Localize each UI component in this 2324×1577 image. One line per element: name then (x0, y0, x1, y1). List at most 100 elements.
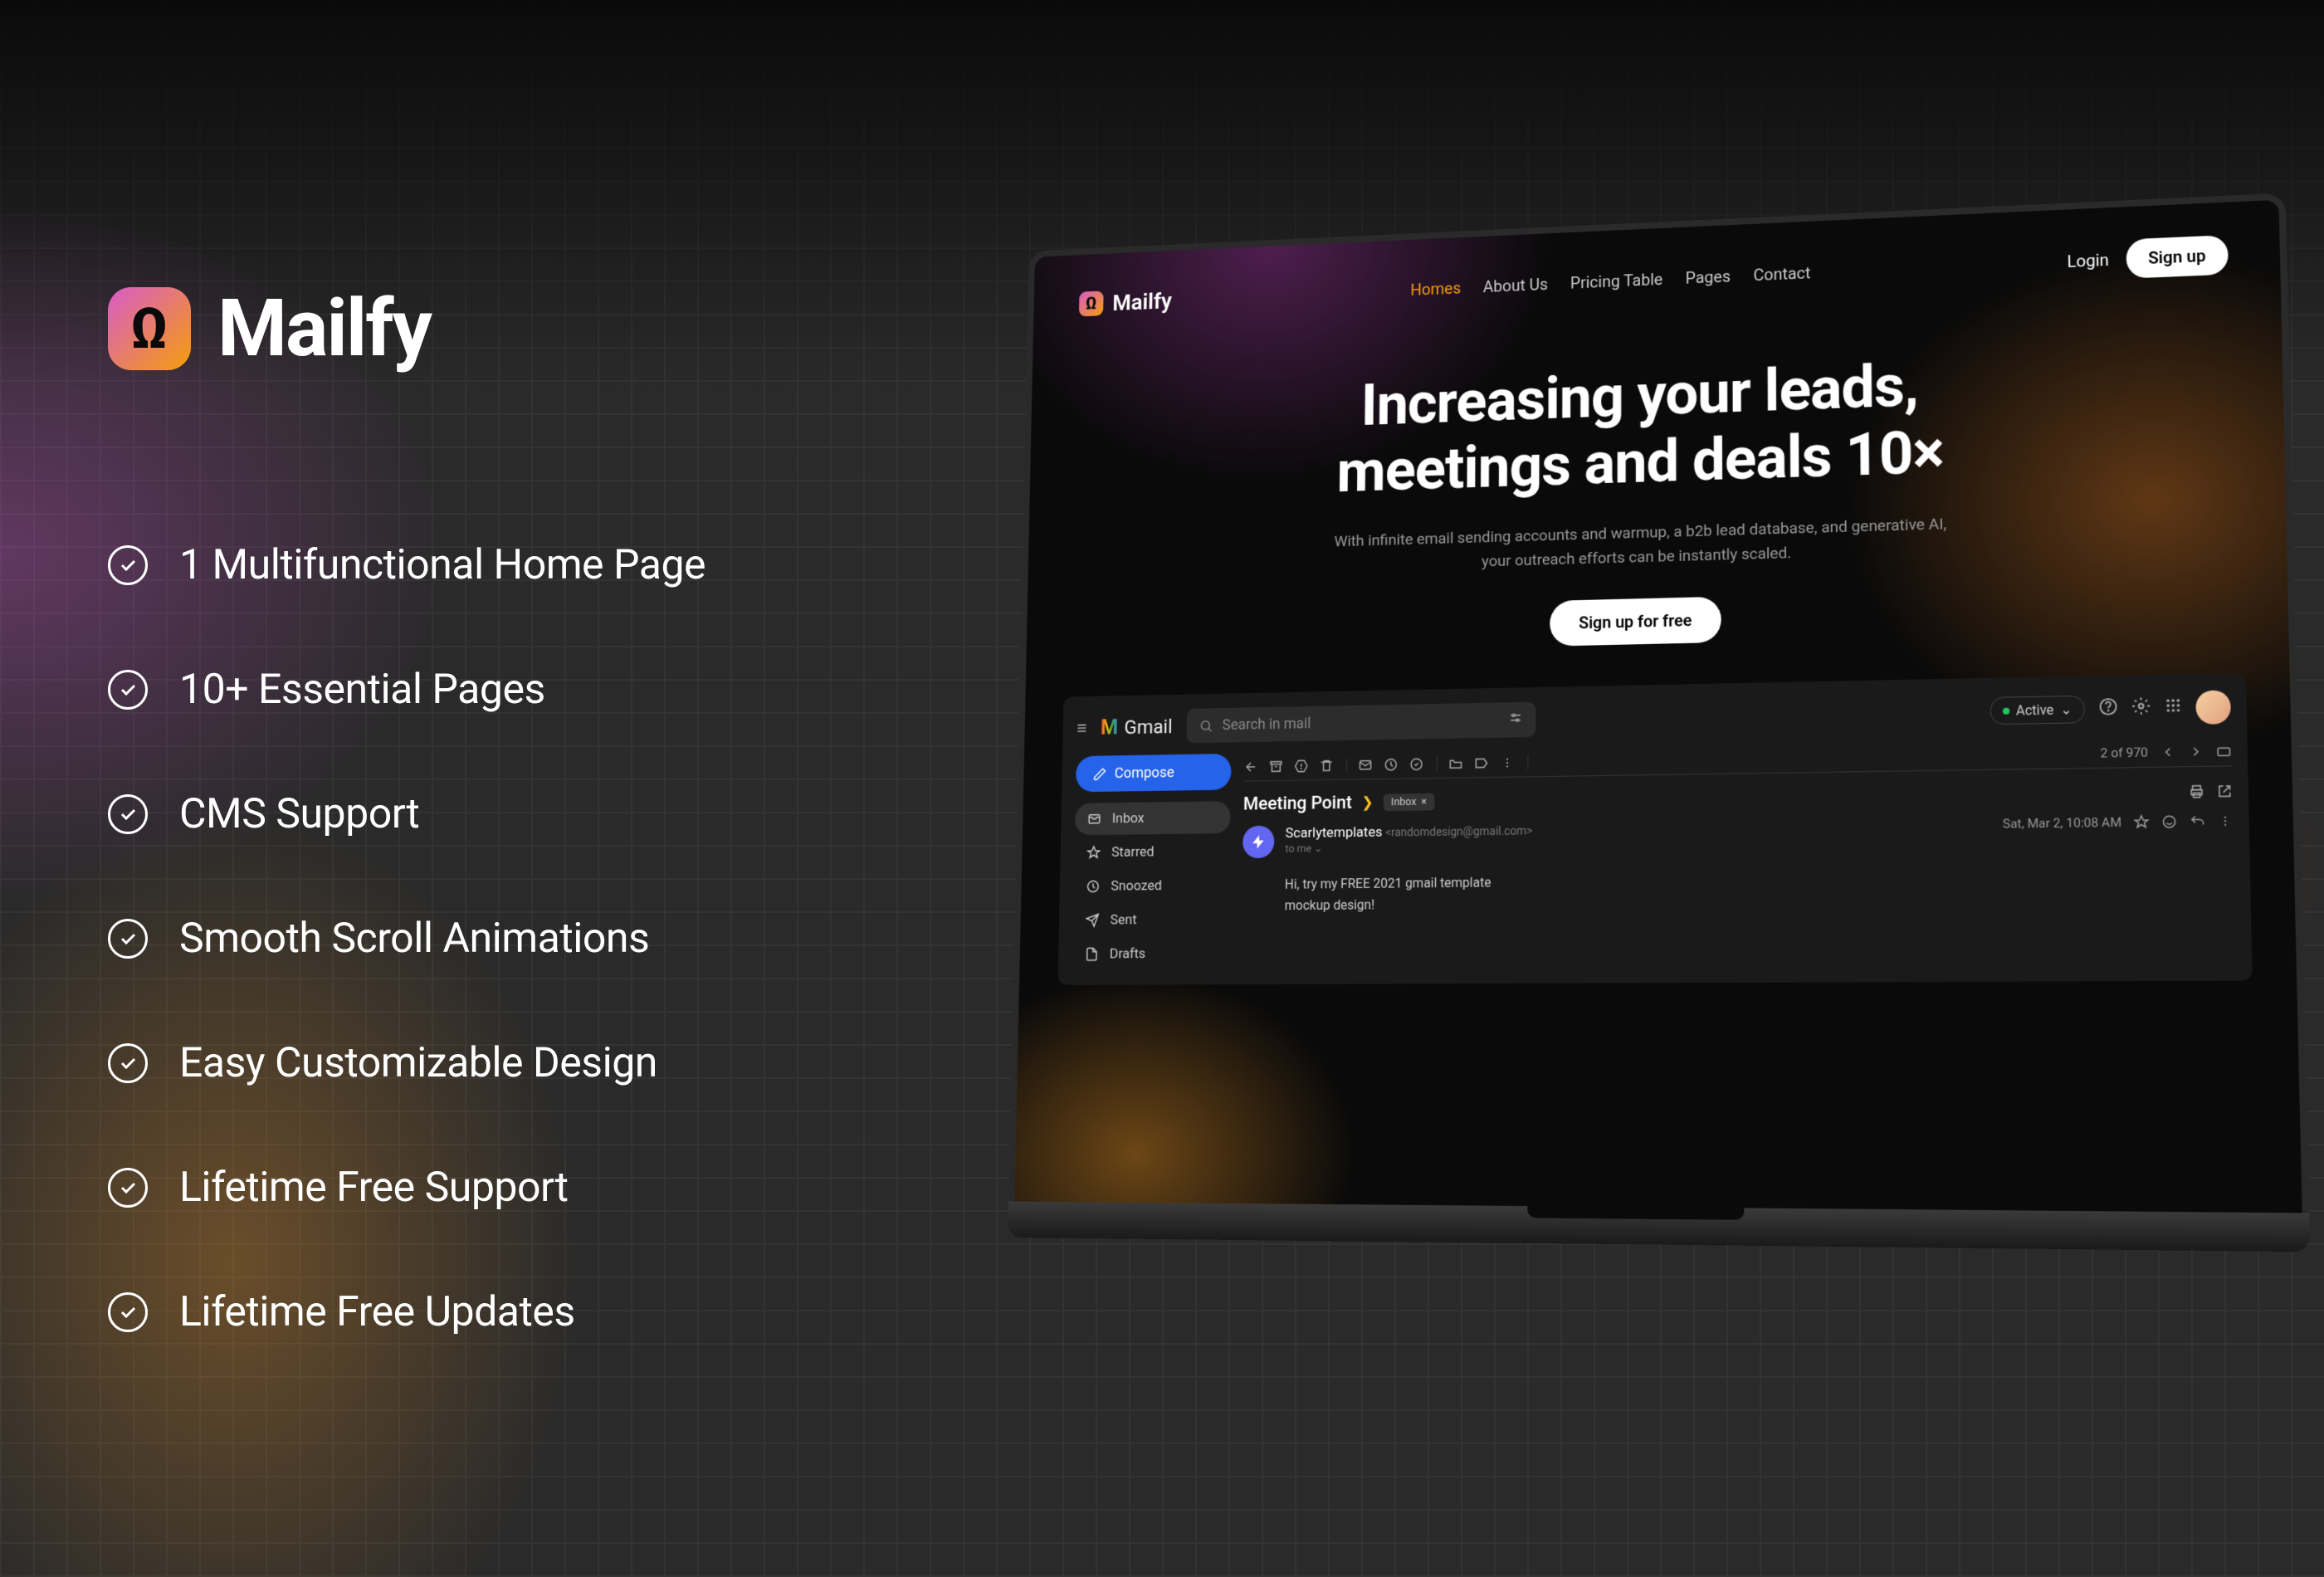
feature-item: 1 Multifunctional Home Page (108, 541, 1066, 589)
from-email: <randomdesign@gmail.com> (1385, 825, 1532, 840)
compose-button[interactable]: Compose (1076, 754, 1232, 792)
sidebar-item-inbox[interactable]: Inbox (1075, 801, 1231, 835)
add-task-icon[interactable] (1409, 757, 1423, 772)
bolt-icon (1251, 834, 1267, 851)
gmail-logo[interactable]: M Gmail (1101, 715, 1173, 740)
move-to-icon[interactable] (1448, 756, 1463, 771)
nav-logo: Ω (1079, 290, 1104, 316)
next-icon[interactable] (2188, 745, 2204, 760)
left-feature-panel: Ω Mailfy 1 Multifunctional Home Page 10+ … (0, 0, 1116, 1577)
print-icon[interactable] (2189, 784, 2204, 799)
sidebar-item-sent[interactable]: Sent (1072, 903, 1229, 936)
feature-text: Easy Customizable Design (179, 1039, 657, 1087)
mail-date: Sat, Mar 2, 10:08 AM (2003, 815, 2121, 832)
hero-subtitle: With infinite email sending accounts and… (1331, 511, 1950, 578)
nav-actions: Login Sign up (2067, 235, 2229, 281)
gmail-header: ≡ M Gmail Search in mail (1077, 689, 2231, 745)
sidebar-label: Starred (1111, 844, 1155, 861)
star-icon[interactable] (2133, 815, 2149, 831)
hero-section: Increasing your leads, meetings and deal… (1072, 340, 2236, 657)
report-spam-icon[interactable] (1294, 759, 1308, 774)
laptop-screen: Ω Mailfy Homes About Us Pricing Table Pages… (1008, 193, 2309, 1213)
login-link[interactable]: Login (2067, 250, 2109, 271)
archive-icon[interactable] (1269, 759, 1283, 774)
status-text: Active (2016, 702, 2054, 719)
site-navbar: Ω Mailfy Homes About Us Pricing Table Pages… (1079, 235, 2229, 323)
nav-links: Homes About Us Pricing Table Pages Contact (1410, 263, 1810, 300)
feature-item: Smooth Scroll Animations (108, 915, 1066, 963)
delete-icon[interactable] (1320, 759, 1334, 774)
label-icon[interactable] (1474, 756, 1489, 771)
check-icon (108, 1292, 148, 1332)
apps-grid-icon[interactable] (2165, 696, 2182, 719)
brand-lockup: Ω Mailfy (108, 282, 1066, 375)
sidebar-item-snoozed[interactable]: Snoozed (1073, 869, 1229, 903)
important-icon[interactable]: ❯ (1361, 794, 1374, 812)
sidebar-label: Inbox (1112, 811, 1145, 828)
feature-text: Lifetime Free Updates (179, 1288, 575, 1336)
keyboard-icon[interactable] (2216, 744, 2232, 759)
gmail-text: Gmail (1124, 715, 1172, 739)
hero-cta-button[interactable]: Sign up for free (1550, 597, 1721, 647)
mark-unread-icon[interactable] (1358, 758, 1372, 773)
open-new-icon[interactable] (2217, 784, 2233, 799)
sidebar-item-starred[interactable]: Starred (1074, 835, 1230, 869)
gmail-mockup: ≡ M Gmail Search in mail (1058, 673, 2253, 985)
snooze-icon[interactable] (1384, 758, 1398, 773)
mail-body: Hi, try my FREE 2021 gmail template mock… (1242, 847, 2235, 916)
feature-text: Lifetime Free Support (179, 1164, 569, 1212)
to-line: to me (1285, 843, 1311, 856)
from-name: Scarlytemplates (1286, 824, 1383, 842)
back-icon[interactable] (1243, 759, 1257, 774)
user-avatar[interactable] (2195, 690, 2231, 725)
clock-icon (1086, 880, 1100, 895)
star-icon (1086, 846, 1101, 861)
reply-icon[interactable] (2190, 814, 2205, 830)
sidebar-item-drafts[interactable]: Drafts (1072, 937, 1229, 970)
feature-item: CMS Support (108, 790, 1066, 838)
feature-item: Lifetime Free Updates (108, 1288, 1066, 1336)
more-icon[interactable] (2217, 813, 2233, 829)
check-icon (108, 670, 148, 710)
nav-link[interactable]: Contact (1753, 263, 1810, 285)
nav-brand[interactable]: Ω Mailfy (1079, 287, 1172, 317)
laptop-notch (1527, 1206, 1744, 1220)
search-bar[interactable]: Search in mail (1186, 702, 1536, 744)
gear-icon[interactable] (2131, 696, 2151, 720)
nav-link[interactable]: About Us (1483, 275, 1548, 296)
chevron-down-icon[interactable]: ⌄ (1314, 843, 1323, 856)
nav-link[interactable]: Pages (1686, 266, 1731, 287)
inbox-label-badge[interactable]: Inbox × (1383, 793, 1435, 811)
hamburger-icon[interactable]: ≡ (1077, 718, 1086, 739)
feature-text: 10+ Essential Pages (179, 666, 545, 714)
signup-button[interactable]: Sign up (2126, 235, 2229, 279)
omega-icon: Ω (130, 295, 168, 362)
pencil-icon (1093, 767, 1107, 782)
close-icon[interactable]: × (1421, 796, 1427, 808)
file-icon (1085, 947, 1099, 962)
search-placeholder: Search in mail (1222, 715, 1311, 734)
tune-icon[interactable] (1508, 710, 1523, 730)
status-badge[interactable]: Active ⌄ (1990, 696, 2085, 725)
subject-text: Meeting Point (1243, 793, 1352, 815)
nav-link[interactable]: Pricing Table (1570, 270, 1662, 293)
sidebar-label: Drafts (1110, 946, 1146, 963)
check-icon (108, 1043, 148, 1083)
laptop-mockup: Ω Mailfy Homes About Us Pricing Table Pages… (1003, 193, 2315, 1480)
help-icon[interactable] (2098, 697, 2117, 721)
check-icon (108, 545, 148, 585)
more-icon[interactable] (1500, 755, 1515, 770)
features-list: 1 Multifunctional Home Page 10+ Essential… (108, 541, 1066, 1336)
prev-icon[interactable] (2160, 745, 2175, 760)
chevron-down-icon: ⌄ (2061, 702, 2073, 718)
gmail-m-icon: M (1101, 715, 1119, 740)
sender-avatar[interactable] (1243, 826, 1274, 858)
emoji-icon[interactable] (2161, 814, 2177, 830)
feature-item: 10+ Essential Pages (108, 666, 1066, 714)
feature-item: Easy Customizable Design (108, 1039, 1066, 1087)
feature-text: 1 Multifunctional Home Page (179, 541, 706, 589)
inbox-icon (1087, 812, 1101, 827)
nav-link[interactable]: Homes (1410, 278, 1461, 299)
mail-subject: Meeting Point ❯ Inbox × (1243, 792, 1435, 815)
sidebar-label: Snoozed (1111, 878, 1162, 895)
